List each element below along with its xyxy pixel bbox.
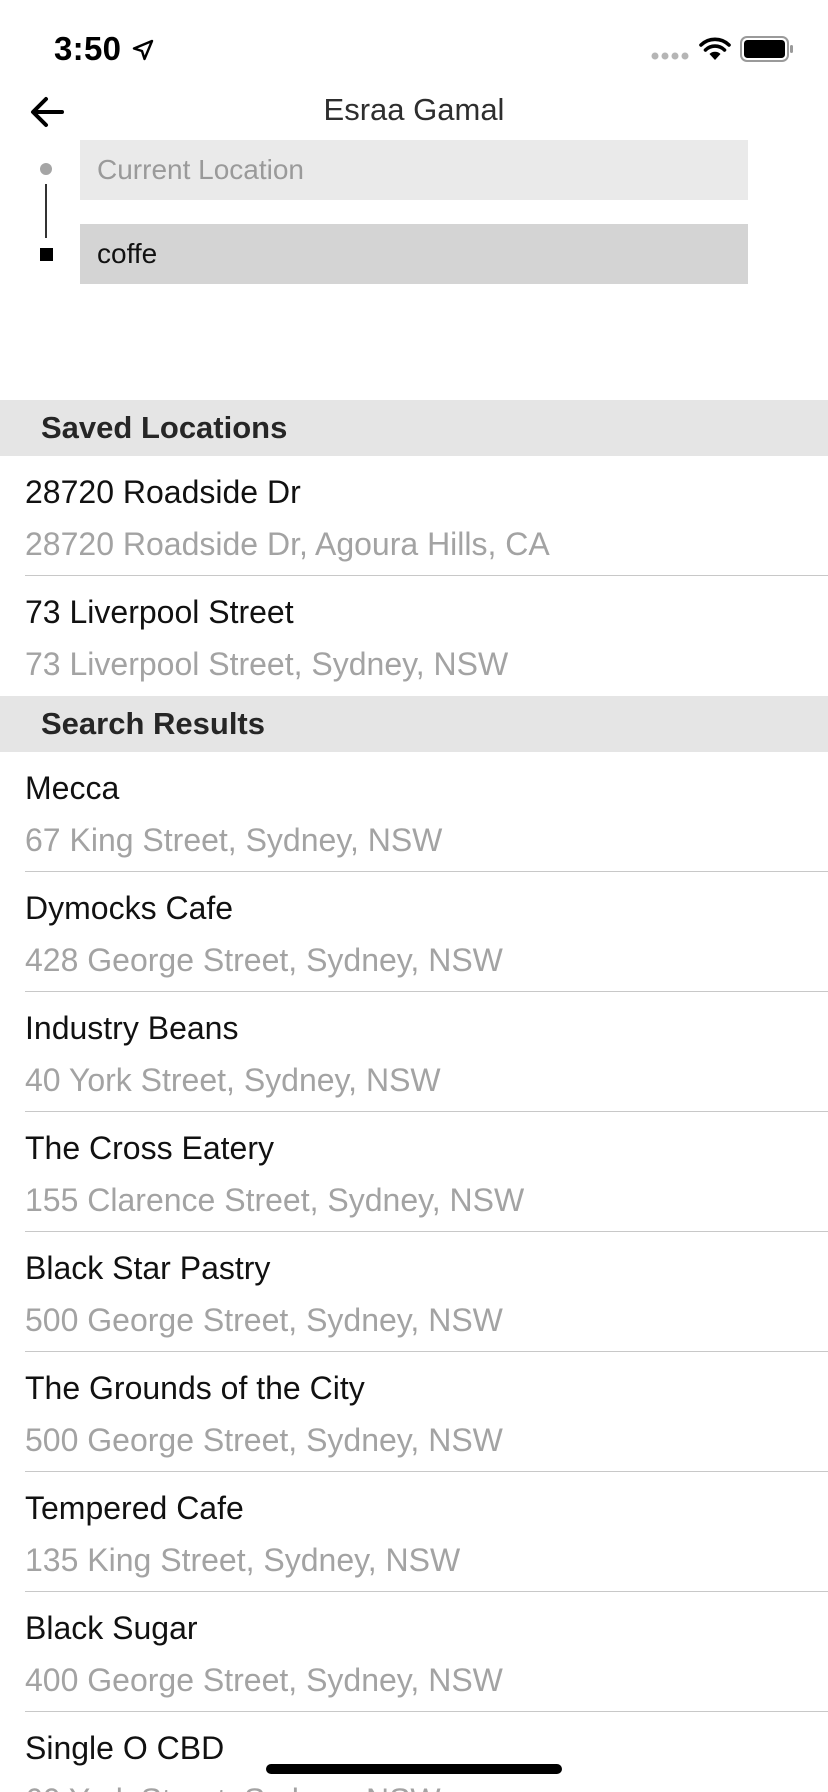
destination-input[interactable]: [80, 224, 748, 284]
list-item[interactable]: 28720 Roadside Dr 28720 Roadside Dr, Agou…: [0, 456, 828, 576]
list-item-address: 28720 Roadside Dr, Agoura Hills, CA: [25, 526, 550, 562]
list-item-address: 155 Clarence Street, Sydney, NSW: [25, 1182, 525, 1218]
list-item[interactable]: 73 Liverpool Street 73 Liverpool Street, …: [0, 576, 828, 696]
list-item-title: Black Star Pastry: [25, 1250, 271, 1286]
list-item[interactable]: Single O CBD 60 York Street, Sydney, NSW: [0, 1712, 828, 1792]
list-item-title: Mecca: [25, 770, 120, 806]
list-item-title: The Grounds of the City: [25, 1370, 365, 1406]
list-item[interactable]: Tempered Cafe 135 King Street, Sydney, NS…: [0, 1472, 828, 1592]
list-item-address: 500 George Street, Sydney, NSW: [25, 1302, 503, 1338]
list-item[interactable]: The Cross Eatery 155 Clarence Street, Syd…: [0, 1112, 828, 1232]
list-item[interactable]: Black Sugar 400 George Street, Sydney, NS…: [0, 1592, 828, 1712]
battery-icon: [740, 36, 793, 62]
saved-locations-list: 28720 Roadside Dr 28720 Roadside Dr, Agou…: [0, 456, 828, 696]
origin-dot-icon: [40, 163, 52, 175]
list-item[interactable]: Dymocks Cafe 428 George Street, Sydney, N…: [0, 872, 828, 992]
status-bar: 3:50: [0, 0, 828, 100]
list-item[interactable]: Industry Beans 40 York Street, Sydney, NS…: [0, 992, 828, 1112]
list-item-address: 500 George Street, Sydney, NSW: [25, 1422, 503, 1458]
list-item-title: 73 Liverpool Street: [25, 594, 294, 630]
destination-square-icon: [40, 248, 53, 261]
origin-input[interactable]: [80, 140, 748, 200]
list-item[interactable]: Black Star Pastry 500 George Street, Sydn…: [0, 1232, 828, 1352]
list-item-title: Single O CBD: [25, 1730, 225, 1766]
list-item[interactable]: Mecca 67 King Street, Sydney, NSW: [0, 752, 828, 872]
location-arrow-icon: [132, 39, 154, 61]
list-item-address: 40 York Street, Sydney, NSW: [25, 1062, 441, 1098]
list-item-title: Tempered Cafe: [25, 1490, 244, 1526]
list-item-address: 67 King Street, Sydney, NSW: [25, 822, 443, 858]
list-item-address: 400 George Street, Sydney, NSW: [25, 1662, 503, 1698]
saved-locations-header: Saved Locations: [0, 400, 828, 456]
route-connector-line: [45, 184, 47, 238]
search-results-header: Search Results: [0, 696, 828, 752]
list-item-title: Black Sugar: [25, 1610, 198, 1646]
list-item-title: The Cross Eatery: [25, 1130, 274, 1166]
list-item-address: 60 York Street, Sydney, NSW: [25, 1782, 441, 1792]
list-item-title: Industry Beans: [25, 1010, 239, 1046]
home-indicator: [266, 1764, 562, 1774]
locations-list: Saved Locations 28720 Roadside Dr 28720 R…: [0, 400, 828, 1792]
page-title: Esraa Gamal: [323, 92, 505, 127]
signal-icon: [651, 52, 689, 60]
list-item-title: 28720 Roadside Dr: [25, 474, 301, 510]
wifi-icon: [699, 37, 731, 60]
status-time: 3:50: [54, 30, 122, 67]
list-item-address: 73 Liverpool Street, Sydney, NSW: [25, 646, 509, 682]
search-results-list: Mecca 67 King Street, Sydney, NSW Dymocks …: [0, 752, 828, 1792]
list-item-address: 428 George Street, Sydney, NSW: [25, 942, 503, 978]
list-item-address: 135 King Street, Sydney, NSW: [25, 1542, 461, 1578]
list-item[interactable]: The Grounds of the City 500 George Street…: [0, 1352, 828, 1472]
list-item-title: Dymocks Cafe: [25, 890, 234, 926]
